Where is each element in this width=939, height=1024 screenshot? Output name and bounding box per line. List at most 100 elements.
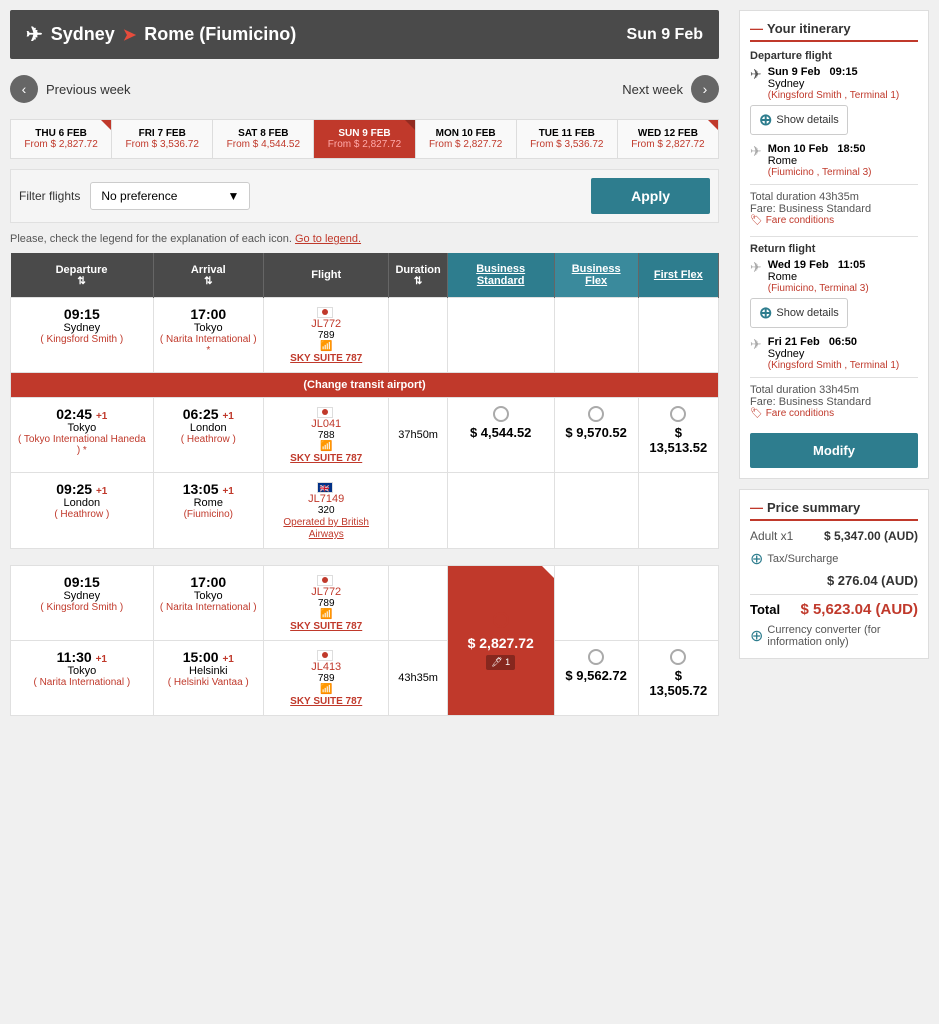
route-title: ✈ Sydney ➤ Rome (Fiumicino) [26,22,296,47]
tax-expand-icon[interactable]: ⊕ [750,549,763,569]
wifi-icon-5: 📶 [270,684,383,695]
destination-city: Rome (Fiumicino) [144,24,296,45]
fare-conditions-link-dep[interactable]: Fare conditions [750,215,918,226]
legend-note: Please, check the legend for the explana… [10,233,719,245]
next-week-nav[interactable]: Next week › [622,75,719,103]
flight-num-link-4[interactable]: JL772 [311,586,341,598]
table-row: 09:25 +1 London ( Heathrow ) 13:05 +1 Ro… [11,473,719,549]
uk-flag-icon: 🇬🇧 [317,482,333,493]
price-ff-cell-5[interactable]: $ 13,505.72 [638,641,718,716]
return-flight: Return flight ✈ Wed 19 Feb 11:05 Rome (F… [750,243,918,419]
col-duration[interactable]: Duration ⇅ [389,253,447,298]
radio-bf-2 [588,406,604,422]
suite-link-1[interactable]: SKY SUITE 787 [290,353,362,364]
price-bf-cell-3 [554,473,638,549]
suite-link-4[interactable]: SKY SUITE 787 [290,621,362,632]
date-fri-7[interactable]: FRI 7 FEB From $ 3,536.72 [112,120,213,158]
low-price-flag-wed [708,120,718,130]
tax-price: $ 276.04 (AUD) [827,573,918,588]
show-details-button-dep[interactable]: ⊕ Show details [750,105,848,135]
col-business-flex[interactable]: Business Flex [554,253,638,298]
flight-num-link-2[interactable]: JL041 [311,418,341,430]
legend-link[interactable]: Go to legend. [295,233,361,245]
price-bf-cell-4 [554,566,638,641]
tax-row: ⊕ Tax/Surcharge [750,549,918,569]
price-bf-cell-2[interactable]: $ 9,570.52 [554,398,638,473]
col-arrival[interactable]: Arrival ⇅ [153,253,263,298]
col-first-flex[interactable]: First Flex [638,253,718,298]
fare-conditions-link-ret[interactable]: Fare conditions [750,408,918,419]
price-bs-cell-3 [447,473,554,549]
total-price-row: Total $ 5,623.04 (AUD) [750,594,918,618]
flight-num-link-3[interactable]: JL7149 [308,493,344,505]
arrival-cell-5: 15:00 +1 Helsinki ( Helsinki Vantaa ) [153,641,263,716]
week-navigation: ‹ Previous week Next week › [10,67,719,111]
date-selector: THU 6 FEB From $ 2,827.72 FRI 7 FEB From… [10,119,719,159]
return-plane-icon-1: ✈ [750,259,762,276]
dep-segment-2-details: Mon 10 Feb 18:50 Rome (Fiumicino , Termi… [768,143,872,178]
adult-price-row: Adult x1 $ 5,347.00 (AUD) [750,529,918,543]
departure-cell-5: 11:30 +1 Tokyo ( Narita International ) [11,641,154,716]
price-bs-selected-cell[interactable]: $ 2,827.72 🖊 1 [447,566,554,716]
date-sat-8[interactable]: SAT 8 FEB From $ 4,544.52 [213,120,314,158]
arrival-cell-1: 17:00 Tokyo ( Narita International ) * [153,298,263,373]
table-row: 02:45 +1 Tokyo ( Tokyo International Han… [11,398,719,473]
japan-flag-icon [317,307,333,318]
apply-button[interactable]: Apply [591,178,710,214]
ret-duration-info: Total duration 33h45m Fare: Business Sta… [750,384,918,419]
col-flight: Flight [263,253,389,298]
adult-label: Adult x1 [750,529,793,543]
price-summary-title: Price summary [750,500,918,521]
duration-cell-5: 43h35m [389,641,447,716]
plus-icon-dep: ⊕ [759,110,772,130]
filter-dropdown[interactable]: No preference ▼ [90,182,250,210]
next-week-button[interactable]: › [691,75,719,103]
flight-cell-4: JL772 789 📶 SKY SUITE 787 [263,566,389,641]
date-mon-10[interactable]: MON 10 FEB From $ 2,827.72 [416,120,517,158]
suite-link-2[interactable]: SKY SUITE 787 [290,453,362,464]
flight-cell-1: JL772 789 📶 SKY SUITE 787 [263,298,389,373]
departure-cell-2: 02:45 +1 Tokyo ( Tokyo International Han… [11,398,154,473]
arrival-cell-4: 17:00 Tokyo ( Narita International ) [153,566,263,641]
prev-week-nav[interactable]: ‹ Previous week [10,75,131,103]
selected-corner-flag [542,566,554,578]
currency-expand-icon: ⊕ [750,626,763,646]
arrow-icon: ➤ [123,25,136,45]
date-sun-9[interactable]: SUN 9 FEB From $ 2,827.72 [314,120,415,158]
flight-cell-5: JL413 789 📶 SKY SUITE 787 [263,641,389,716]
total-label: Total [750,602,780,617]
date-tue-11[interactable]: TUE 11 FEB From $ 3,536.72 [517,120,618,158]
flight-num-link-1[interactable]: JL772 [311,318,341,330]
flight-num-link-5[interactable]: JL413 [311,661,341,673]
col-business-standard[interactable]: Business Standard [447,253,554,298]
plus-icon-ret: ⊕ [759,303,772,323]
arrival-cell-2: 06:25 +1 London ( Heathrow ) [153,398,263,473]
table-row: 09:15 Sydney ( Kingsford Smith ) 17:00 T… [11,298,719,373]
prev-week-label: Previous week [46,82,131,97]
japan-flag-icon-5 [317,650,333,661]
adult-price: $ 5,347.00 (AUD) [824,529,918,543]
price-ff-cell-2[interactable]: $ 13,513.52 [638,398,718,473]
price-bs-cell-2[interactable]: $ 4,544.52 [447,398,554,473]
flight-cell-3: 🇬🇧 JL7149 320 Operated by British Airway… [263,473,389,549]
prev-week-button[interactable]: ‹ [10,75,38,103]
departure-cell-1: 09:15 Sydney ( Kingsford Smith ) [11,298,154,373]
show-details-button-ret[interactable]: ⊕ Show details [750,298,848,328]
currency-label: Currency converter (for information only… [767,624,918,648]
filter-label: Filter flights [19,189,80,203]
low-price-flag-selected [405,120,415,130]
price-bf-cell-5[interactable]: $ 9,562.72 [554,641,638,716]
date-thu-6[interactable]: THU 6 FEB From $ 2,827.72 [11,120,112,158]
return-flight-header: Return flight [750,243,918,255]
price-bf-cell-1 [554,298,638,373]
next-week-label: Next week [622,82,683,97]
date-wed-12[interactable]: WED 12 FEB From $ 2,827.72 [618,120,718,158]
modify-button[interactable]: Modify [750,433,918,468]
currency-converter[interactable]: ⊕ Currency converter (for information on… [750,624,918,648]
col-departure[interactable]: Departure ⇅ [11,253,154,298]
price-bs-cell-1 [447,298,554,373]
suite-link-5[interactable]: SKY SUITE 787 [290,696,362,707]
route-header: ✈ Sydney ➤ Rome (Fiumicino) Sun 9 Feb [10,10,719,59]
separator-3 [750,377,918,378]
operated-by-link[interactable]: Operated by British Airways [283,517,369,540]
